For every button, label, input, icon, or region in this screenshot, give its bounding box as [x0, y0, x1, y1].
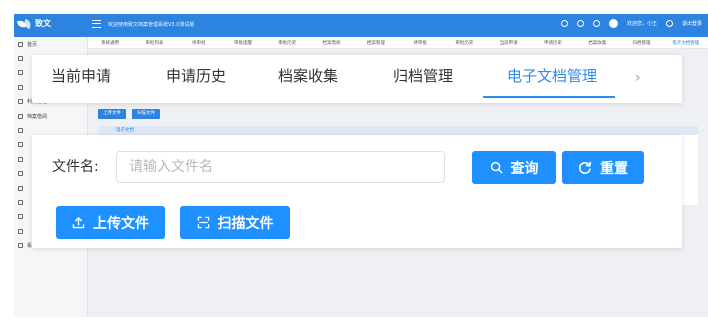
header-actions: 欢迎您，小王 退出登录 — [560, 19, 702, 28]
file-name-label: 文件名: — [52, 159, 99, 175]
doc-icon — [18, 56, 23, 62]
doc-icon — [18, 84, 23, 90]
doc-icon — [18, 199, 23, 205]
tag-item[interactable]: 审批列表 — [132, 40, 176, 46]
tag-item[interactable]: 档案管理 — [354, 40, 398, 46]
tabs-card: 当前申请 申请历史 档案收集 归档管理 电子文档管理 › — [32, 55, 682, 103]
logo-text: 致文 — [35, 19, 51, 28]
tag-item[interactable]: 待审批 — [177, 40, 221, 46]
doc-icon — [18, 113, 23, 119]
user-greeting[interactable]: 欢迎您，小王 — [627, 20, 657, 27]
tab-archive-collection[interactable]: 档案收集 — [278, 55, 338, 100]
search-card: 文件名: 查询 重置 上传文件 扫描文件 — [32, 135, 682, 248]
background-scan-button[interactable]: 扫描文件 — [132, 109, 160, 119]
background-subtab: 电子文档 — [98, 126, 698, 135]
tag-item[interactable]: 待审批 — [398, 40, 442, 46]
scan-file-button[interactable]: 扫描文件 — [180, 206, 290, 239]
background-action-bar: 上传文件 扫描文件 — [98, 109, 160, 119]
search-icon — [490, 161, 502, 174]
notification-icon[interactable] — [576, 20, 584, 27]
home-icon — [18, 41, 23, 47]
refresh-icon — [578, 161, 591, 174]
doc-icon — [18, 185, 23, 191]
upload-file-button[interactable]: 上传文件 — [56, 206, 165, 239]
tab-current-application[interactable]: 当前申请 — [51, 55, 111, 100]
background-upload-button[interactable]: 上传文件 — [98, 109, 126, 119]
doc-icon — [18, 70, 23, 76]
query-button[interactable]: 查询 — [472, 151, 556, 184]
doc-icon — [18, 128, 23, 134]
tag-item[interactable]: 电子文档管理 — [664, 40, 708, 46]
tag-bar: 系统通用 审批列表 待审批 审批提醒 审批历史 档案借阅 档案管理 待审批 审批历史 当前申请 申请… — [88, 37, 708, 49]
user-icon — [18, 99, 23, 105]
reset-button-label: 重置 — [600, 160, 628, 177]
refresh-icon[interactable] — [560, 20, 568, 27]
doc-icon — [18, 228, 23, 234]
tab-archive-management[interactable]: 归档管理 — [393, 55, 453, 100]
logout-icon[interactable] — [665, 20, 673, 27]
avatar[interactable] — [608, 19, 618, 28]
doc-icon — [18, 156, 23, 162]
doc-icon — [18, 214, 23, 220]
sidebar-item[interactable]: 档案借阅 — [14, 109, 87, 123]
tag-item[interactable]: 归档管理 — [619, 40, 663, 46]
logo-icon — [18, 19, 32, 29]
tag-item[interactable]: 审批历史 — [265, 40, 309, 46]
tabs-next-icon[interactable]: › — [635, 55, 641, 100]
bell-icon[interactable] — [592, 20, 600, 27]
tag-item[interactable]: 审批提醒 — [221, 40, 265, 46]
menu-toggle-icon[interactable] — [92, 20, 101, 28]
file-name-input[interactable] — [116, 151, 445, 183]
doc-icon — [18, 142, 23, 148]
system-title: 欢迎使用致文档案管理系统V3.0测试版 — [108, 22, 195, 28]
upload-file-label: 上传文件 — [93, 215, 149, 232]
gear-icon — [18, 243, 23, 249]
tag-item[interactable]: 审批历史 — [442, 40, 486, 46]
top-header: 致文 欢迎使用致文档案管理系统V3.0测试版 欢迎您，小王 退出登录 — [14, 14, 708, 37]
tag-item[interactable]: 系统通用 — [88, 40, 132, 46]
scan-file-label: 扫描文件 — [217, 215, 274, 232]
tag-item[interactable]: 当前申请 — [487, 40, 531, 46]
logo: 致文 — [18, 18, 51, 29]
sidebar-item-label: 首页 — [27, 41, 38, 48]
query-button-label: 查询 — [510, 160, 539, 177]
tab-electronic-document-management[interactable]: 电子文档管理 — [507, 55, 597, 100]
logout-link[interactable]: 退出登录 — [682, 20, 702, 27]
active-tab-indicator — [483, 96, 615, 98]
sidebar-item[interactable]: 首页 — [14, 37, 87, 51]
tag-item[interactable]: 档案借阅 — [309, 40, 353, 46]
doc-icon — [18, 171, 23, 177]
reset-button[interactable]: 重置 — [562, 151, 644, 184]
tag-item[interactable]: 档案收集 — [575, 40, 619, 46]
upload-icon — [72, 217, 85, 229]
tag-item[interactable]: 申请历史 — [531, 40, 575, 46]
scan-icon — [197, 216, 209, 229]
sidebar-item-label: 档案借阅 — [27, 113, 48, 120]
tab-application-history[interactable]: 申请历史 — [166, 55, 226, 100]
